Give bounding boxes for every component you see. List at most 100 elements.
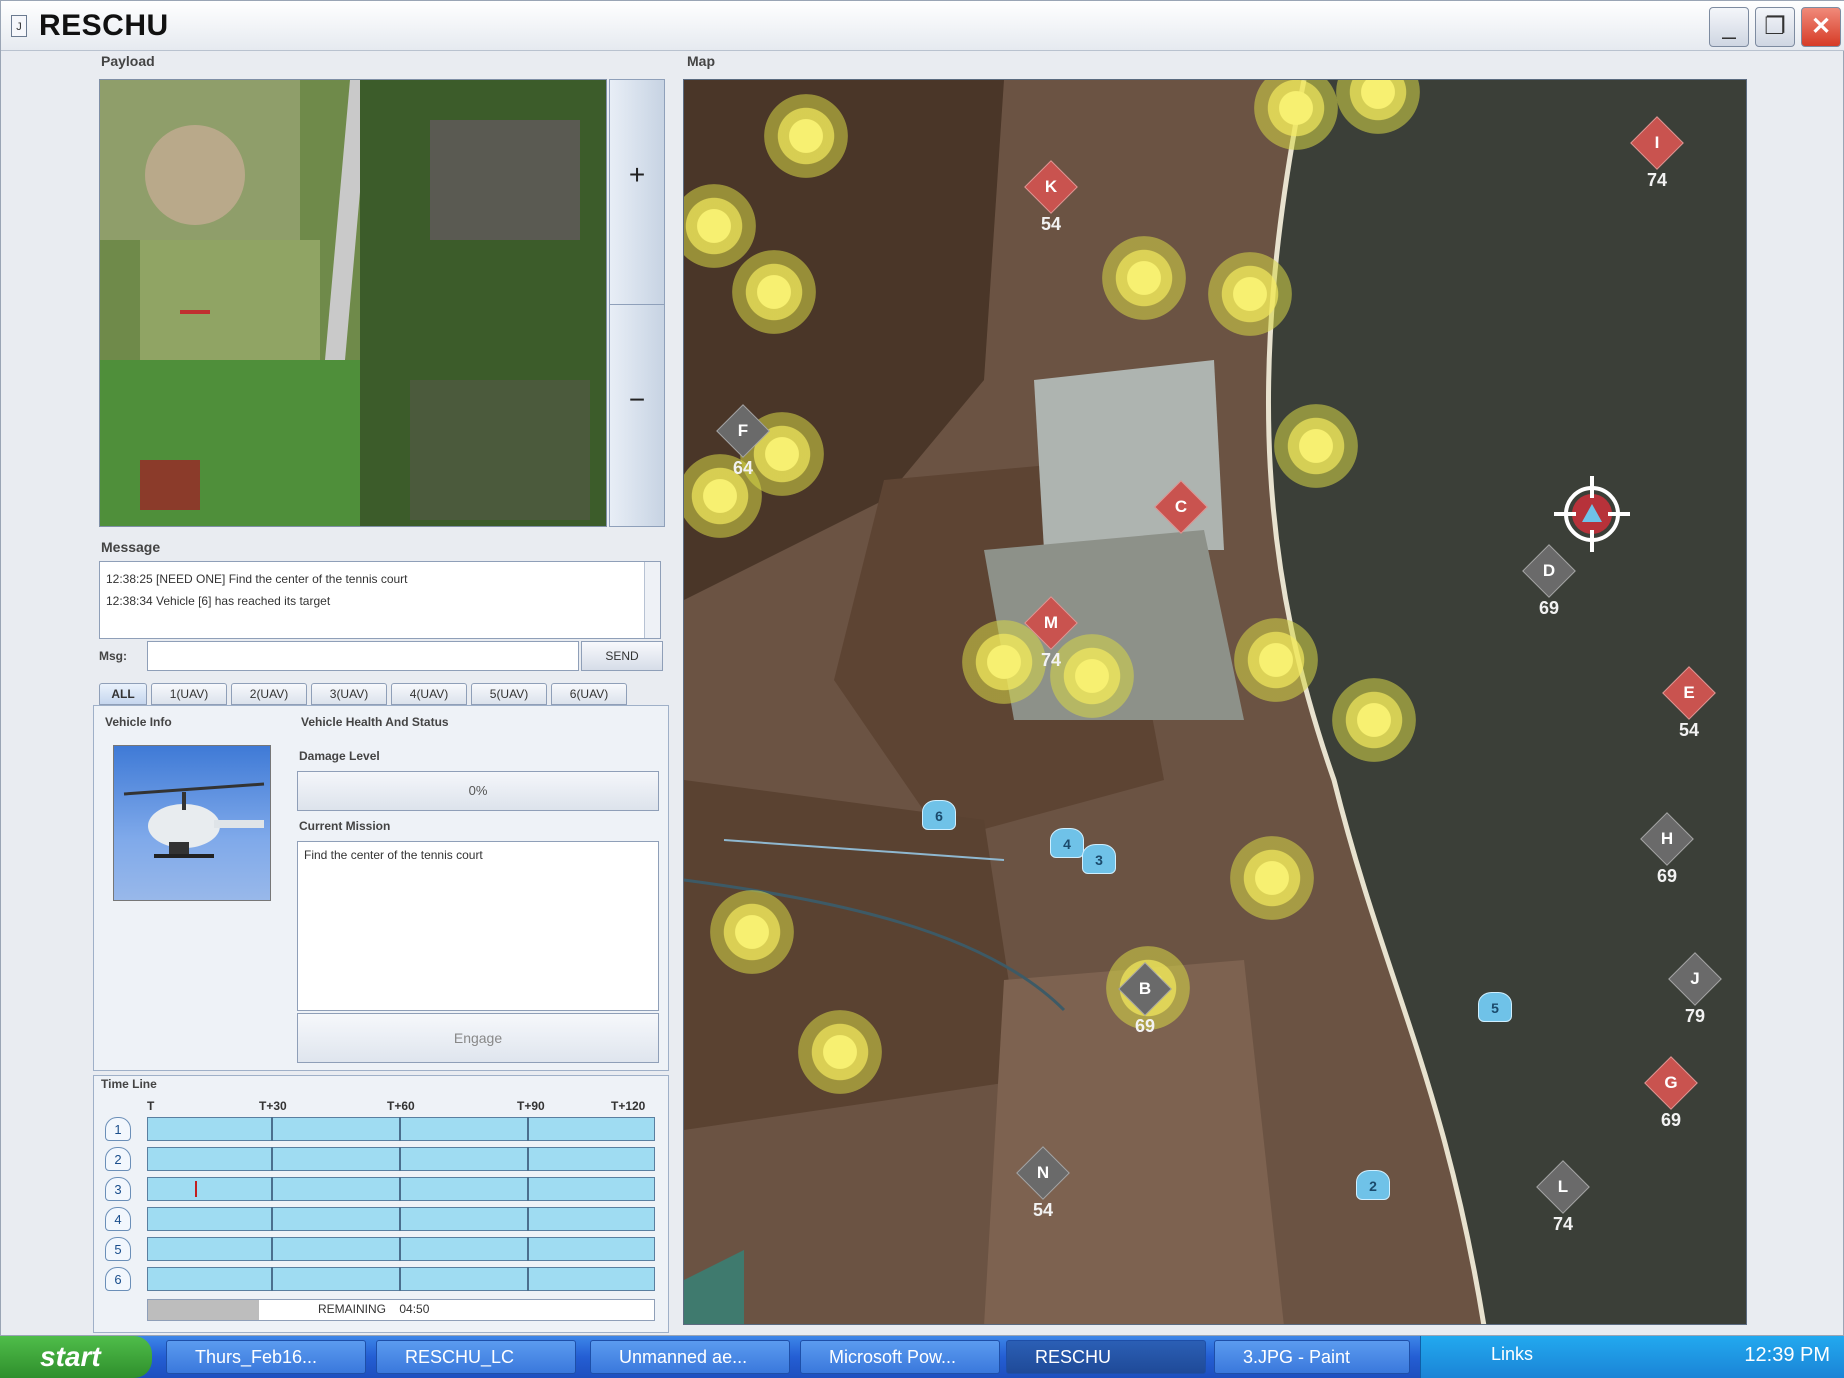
taskbar-item[interactable]: Unmanned ae... [590, 1340, 790, 1374]
taskbar-item[interactable]: 3.JPG - Paint [1214, 1340, 1410, 1374]
threat-area-icon [1274, 404, 1358, 488]
message-scrollbar[interactable] [644, 562, 660, 638]
uav-marker-icon[interactable]: 5 [1478, 992, 1512, 1022]
timeline-uav-badge[interactable]: 6 [105, 1267, 131, 1291]
tab-uav-4[interactable]: 4(UAV) [391, 683, 467, 705]
timeline-divider [527, 1207, 529, 1231]
threat-area-icon [1050, 634, 1134, 718]
threat-area-icon [1208, 252, 1292, 336]
timeline-divider [527, 1177, 529, 1201]
message-label: Message [101, 539, 161, 555]
maximize-button[interactable]: ❐ [1755, 7, 1795, 47]
timeline-divider [527, 1147, 529, 1171]
target-value: 64 [732, 458, 754, 478]
vehicle-image [113, 745, 271, 901]
threat-area-icon [710, 890, 794, 974]
map-view[interactable]: K 54 I 74 F 64 C D 69 M 74 E 54 H 69 B 69 J 79 G 69 N 54 L 74 6 4 3… [683, 79, 1747, 1325]
uav-marker-icon[interactable]: 3 [1082, 844, 1116, 874]
current-mission-text[interactable]: Find the center of the tennis court [297, 841, 659, 1011]
timeline-uav-badge[interactable]: 5 [105, 1237, 131, 1261]
tab-uav-5[interactable]: 5(UAV) [471, 683, 547, 705]
uav-marker-icon[interactable]: 4 [1050, 828, 1084, 858]
tab-uav-3[interactable]: 3(UAV) [311, 683, 387, 705]
damage-level-bar: 0% [297, 771, 659, 811]
remaining-time-bar: REMAINING 04:50 [147, 1299, 655, 1321]
remaining-time-text: REMAINING 04:50 [318, 1302, 429, 1316]
target-letter: I [1654, 133, 1660, 152]
payload-camera-view [99, 79, 607, 527]
links-label[interactable]: Links [1491, 1344, 1533, 1365]
tab-all[interactable]: ALL [99, 683, 147, 705]
target-value: 74 [1040, 650, 1062, 670]
target-letter: N [1036, 1163, 1050, 1182]
target-letter: F [737, 421, 749, 440]
timeline-divider [399, 1177, 401, 1201]
taskbar-item[interactable]: RESCHU [1006, 1340, 1206, 1374]
target-letter: M [1043, 613, 1059, 632]
target-value: 74 [1552, 1214, 1574, 1234]
target-letter: D [1542, 561, 1556, 580]
timeline-divider [399, 1237, 401, 1261]
target-value: 69 [1660, 1110, 1682, 1130]
send-button[interactable]: SEND [581, 641, 663, 671]
target-letter: E [1683, 683, 1695, 702]
timeline-event-marker [195, 1181, 197, 1197]
uav-marker-icon[interactable]: 6 [922, 800, 956, 830]
threat-area-icon [1332, 678, 1416, 762]
timeline-row[interactable] [147, 1207, 655, 1231]
timeline-uav-badge[interactable]: 1 [105, 1117, 131, 1141]
taskbar-item[interactable]: RESCHU_LC [376, 1340, 576, 1374]
tab-uav-1[interactable]: 1(UAV) [151, 683, 227, 705]
timeline-divider [271, 1117, 273, 1141]
timeline-divider [399, 1117, 401, 1141]
msg-input-label: Msg: [99, 649, 127, 663]
timeline-label: Time Line [101, 1077, 157, 1091]
timeline-divider [527, 1237, 529, 1261]
timeline-uav-badge[interactable]: 3 [105, 1177, 131, 1201]
remaining-label: REMAINING [318, 1302, 387, 1316]
remaining-time-fill [148, 1300, 260, 1320]
zoom-controls: + − [609, 79, 665, 527]
zoom-in-button[interactable]: + [610, 80, 664, 302]
tab-uav-2[interactable]: 2(UAV) [231, 683, 307, 705]
threat-area-icon [798, 1010, 882, 1094]
engage-button[interactable]: Engage [297, 1013, 659, 1063]
remaining-value: 04:50 [399, 1302, 430, 1316]
taskbar: start Thurs_Feb16... RESCHU_LC Unmanned ae… [0, 1336, 1844, 1378]
timeline-row[interactable] [147, 1117, 655, 1141]
timeline-divider [399, 1267, 401, 1291]
message-line: 12:38:34 Vehicle [6] has reached its tar… [106, 594, 331, 608]
timeline-uav-badge[interactable]: 4 [105, 1207, 131, 1231]
target-value: 69 [1656, 866, 1678, 886]
threat-area-icon [764, 94, 848, 178]
vehicle-info-label: Vehicle Info [105, 715, 172, 729]
timeline-tick: T+60 [387, 1099, 415, 1113]
threat-area-icon [1230, 836, 1314, 920]
target-letter: C [1174, 497, 1188, 516]
map-label: Map [687, 53, 715, 69]
target-letter: G [1664, 1073, 1678, 1092]
timeline-row[interactable] [147, 1177, 655, 1201]
map-background [684, 80, 1746, 1324]
tab-uav-6[interactable]: 6(UAV) [551, 683, 627, 705]
message-input[interactable] [147, 641, 579, 671]
timeline-row[interactable] [147, 1267, 655, 1291]
app-icon: J [11, 15, 27, 37]
zoom-out-button[interactable]: − [610, 304, 664, 526]
target-letter: H [1660, 829, 1674, 848]
uav-marker-icon[interactable]: 2 [1356, 1170, 1390, 1200]
timeline-tick: T+120 [611, 1099, 646, 1113]
timeline-row[interactable] [147, 1147, 655, 1171]
taskbar-item[interactable]: Thurs_Feb16... [166, 1340, 366, 1374]
taskbar-item[interactable]: Microsoft Pow... [800, 1340, 1000, 1374]
target-value: 54 [1032, 1200, 1054, 1220]
timeline-uav-badge[interactable]: 2 [105, 1147, 131, 1171]
timeline-divider [271, 1177, 273, 1201]
start-button[interactable]: start [0, 1336, 152, 1378]
timeline-row[interactable] [147, 1237, 655, 1261]
timeline-divider [399, 1207, 401, 1231]
minimize-button[interactable]: _ [1709, 7, 1749, 47]
target-letter: L [1557, 1177, 1569, 1196]
target-value: 74 [1646, 170, 1668, 190]
close-button[interactable]: ✕ [1801, 7, 1841, 47]
